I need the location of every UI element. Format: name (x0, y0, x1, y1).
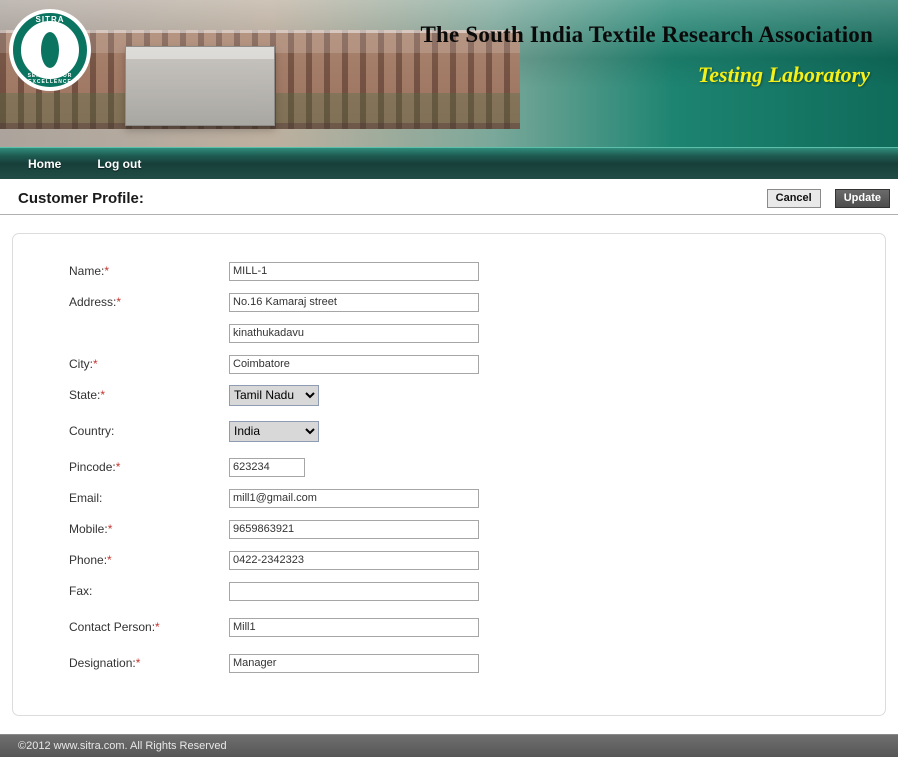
banner-subtitle: Testing Laboratory (698, 62, 870, 88)
required-icon: * (116, 460, 121, 474)
label-mobile: Mobile: (69, 522, 108, 536)
address1-field[interactable] (229, 293, 479, 312)
logo-text-top: SITRA (9, 15, 91, 24)
building-block (125, 46, 275, 126)
label-pincode: Pincode: (69, 460, 116, 474)
required-icon: * (116, 295, 121, 309)
label-state: State: (69, 388, 100, 402)
label-email: Email: (69, 491, 102, 505)
form-panel: Name:* Address:* City:* State:* Tamil Na… (12, 233, 886, 716)
required-icon: * (155, 620, 160, 634)
label-phone: Phone: (69, 553, 107, 567)
required-icon: * (136, 656, 141, 670)
footer: ©2012 www.sitra.com. All Rights Reserved (0, 734, 898, 757)
banner-title: The South India Textile Research Associa… (421, 22, 873, 48)
nav-home[interactable]: Home (10, 157, 79, 171)
designation-field[interactable] (229, 654, 479, 673)
page-title: Customer Profile: (18, 190, 144, 207)
state-select[interactable]: Tamil Nadu (229, 385, 319, 406)
contact-person-field[interactable] (229, 618, 479, 637)
label-city: City: (69, 357, 93, 371)
required-icon: * (93, 357, 98, 371)
fax-field[interactable] (229, 582, 479, 601)
mobile-field[interactable] (229, 520, 479, 539)
label-fax: Fax: (69, 584, 92, 598)
email-field[interactable] (229, 489, 479, 508)
city-field[interactable] (229, 355, 479, 374)
required-icon: * (104, 264, 109, 278)
name-field[interactable] (229, 262, 479, 281)
label-country: Country: (69, 424, 114, 438)
phone-field[interactable] (229, 551, 479, 570)
label-designation: Designation: (69, 656, 136, 670)
page-header: Customer Profile: Cancel Update (0, 179, 898, 215)
label-contact: Contact Person: (69, 620, 155, 634)
update-button[interactable]: Update (835, 189, 890, 208)
address2-field[interactable] (229, 324, 479, 343)
required-icon: * (100, 388, 105, 402)
logo-text-bottom: SERVICE FOR EXCELLENCE (9, 73, 91, 85)
country-select[interactable]: India (229, 421, 319, 442)
sitra-logo: SITRA SERVICE FOR EXCELLENCE (9, 9, 91, 91)
cancel-button[interactable]: Cancel (767, 189, 821, 208)
required-icon: * (108, 522, 113, 536)
label-name: Name: (69, 264, 104, 278)
footer-text: ©2012 www.sitra.com. All Rights Reserved (18, 740, 227, 752)
required-icon: * (107, 553, 112, 567)
pincode-field[interactable] (229, 458, 305, 477)
label-address: Address: (69, 295, 116, 309)
nav-logout[interactable]: Log out (79, 157, 159, 171)
navbar: Home Log out (0, 147, 898, 179)
banner: SITRA SERVICE FOR EXCELLENCE The South I… (0, 0, 898, 147)
